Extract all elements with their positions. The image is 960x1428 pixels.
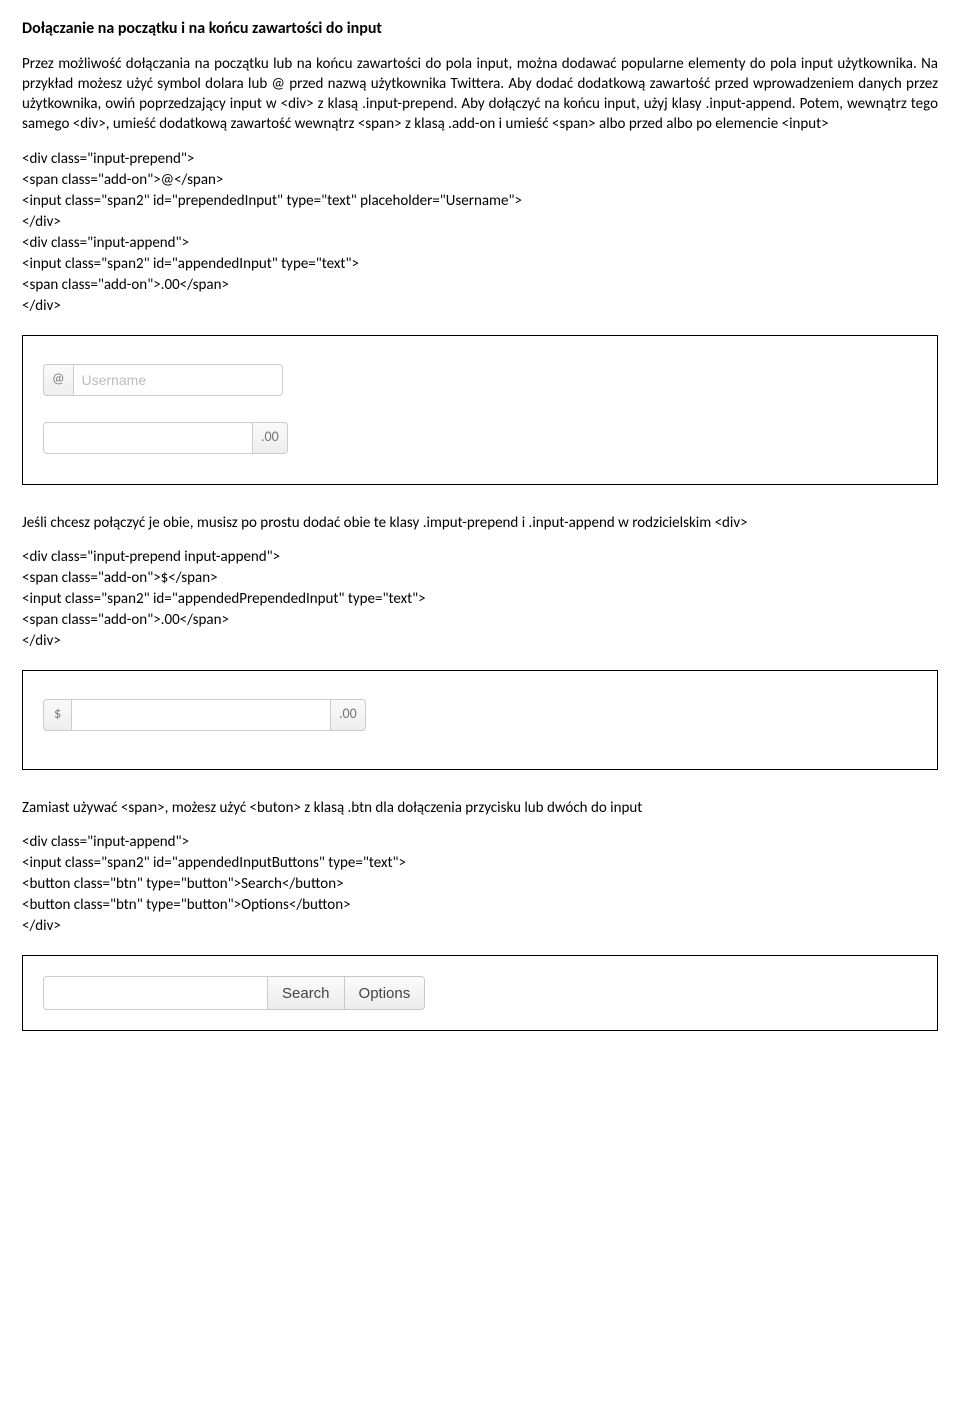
code-line: <input class="span2" id="appendedPrepend… [22,589,938,610]
paragraph-intro: Przez możliwość dołączania na początku l… [22,54,938,135]
code-line: <button class="btn" type="button">Search… [22,874,938,895]
search-input[interactable] [43,976,268,1010]
code-line: <input class="span2" id="prependedInput"… [22,191,938,212]
code-line: <span class="add-on">$</span> [22,568,938,589]
options-button[interactable]: Options [345,976,426,1010]
code-line: <div class="input-prepend input-append"> [22,547,938,568]
currency-input[interactable] [71,699,331,731]
at-addon: @ [43,364,73,396]
decimal-addon-2: .00 [331,699,366,731]
code-line: <input class="span2" id="appendedInput" … [22,254,938,275]
code-line: </div> [22,631,938,652]
code-line: </div> [22,212,938,233]
input-prepend-append-group: $ .00 [43,699,366,731]
section-heading: Dołączanie na początku i na końcu zawart… [22,18,938,40]
input-prepend-group: @ [43,364,283,396]
dollar-addon: $ [43,699,71,731]
code-line: </div> [22,916,938,937]
code-example-2: <div class="input-prepend input-append">… [22,547,938,652]
code-line: <div class="input-append"> [22,832,938,853]
code-line: <div class="input-prepend"> [22,149,938,170]
code-line: <span class="add-on">@</span> [22,170,938,191]
code-line: <input class="span2" id="appendedInputBu… [22,853,938,874]
decimal-addon: .00 [253,422,288,454]
input-append-group: .00 [43,422,288,454]
code-example-1: <div class="input-prepend"> <span class=… [22,149,938,317]
code-line: <span class="add-on">.00</span> [22,275,938,296]
code-line: <button class="btn" type="button">Option… [22,895,938,916]
figure-combined: $ .00 [22,670,938,770]
figure-buttons: Search Options [22,955,938,1031]
paragraph-combined: Jeśli chcesz połączyć je obie, musisz po… [22,513,938,533]
code-line: <div class="input-append"> [22,233,938,254]
paragraph-buttons: Zamiast używać <span>, możesz użyć <buto… [22,798,938,818]
code-line: <span class="add-on">.00</span> [22,610,938,631]
username-input[interactable] [73,364,283,396]
code-example-3: <div class="input-append"> <input class=… [22,832,938,937]
search-button[interactable]: Search [268,976,345,1010]
figure-prepend-append: @ .00 [22,335,938,485]
amount-input[interactable] [43,422,253,454]
code-line: </div> [22,296,938,317]
input-append-buttons-group: Search Options [43,976,425,1010]
